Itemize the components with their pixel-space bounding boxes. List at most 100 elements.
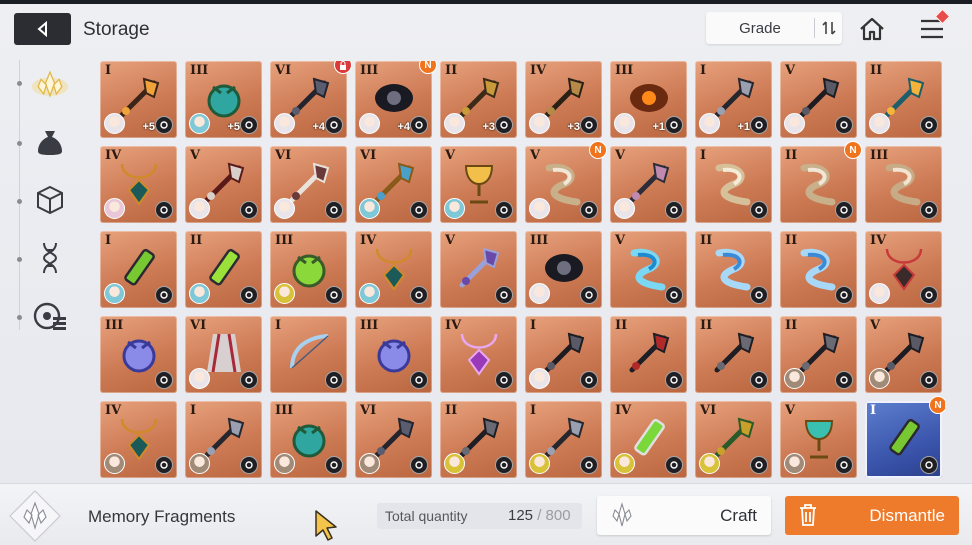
item-card[interactable]: III +5 (185, 61, 262, 138)
trident-skill-icon (410, 201, 428, 219)
grade-label: I (700, 63, 707, 78)
sidebar-item-cube[interactable] (30, 180, 70, 220)
item-card[interactable]: III +4 N (355, 61, 437, 138)
item-card[interactable]: I (100, 231, 177, 308)
vial-icon (889, 418, 920, 456)
enhance-level: +5 (227, 121, 240, 133)
dismantle-button[interactable]: Dismantle (785, 496, 959, 535)
swirl-skill-icon (835, 201, 853, 219)
sidebar-item-pouch[interactable] (30, 122, 70, 162)
perfume-icon (459, 247, 500, 288)
character-avatar (699, 113, 720, 134)
item-card[interactable]: VI (355, 401, 432, 478)
crystal-ball-icon (122, 339, 156, 373)
item-card[interactable]: I (695, 146, 772, 223)
item-card[interactable]: III (865, 146, 942, 223)
item-card[interactable]: IN (865, 396, 945, 478)
item-card[interactable]: II (780, 316, 857, 393)
item-card[interactable]: IV (610, 401, 687, 478)
item-card[interactable]: IV +3 (525, 61, 602, 138)
item-card[interactable]: V (185, 146, 262, 223)
sidebar-item-dna[interactable] (30, 238, 70, 278)
item-card[interactable]: V (440, 146, 517, 223)
item-card[interactable]: III +1 (610, 61, 687, 138)
item-card[interactable]: III (525, 231, 602, 308)
character-avatar (274, 113, 295, 134)
heart-skill-icon (495, 286, 513, 304)
x-skill-icon (580, 286, 598, 304)
wing-skill-icon (665, 116, 683, 134)
moon-skill-icon (155, 286, 173, 304)
item-card[interactable]: III (270, 231, 347, 308)
item-card[interactable]: VI (270, 146, 347, 223)
item-card[interactable]: V (610, 146, 687, 223)
item-card[interactable]: V (780, 61, 857, 138)
character-avatar (189, 453, 210, 474)
heart-skill-icon (750, 286, 768, 304)
item-card[interactable]: V (610, 231, 687, 308)
moon-skill-icon (920, 456, 938, 474)
grade-label: I (530, 403, 537, 418)
dismantle-label: Dismantle (869, 506, 945, 525)
craft-label: Craft (720, 506, 757, 525)
item-card[interactable]: III (100, 316, 177, 393)
home-button[interactable] (857, 14, 887, 44)
craft-button[interactable]: Craft (597, 496, 771, 535)
sidebar-item-disc[interactable] (30, 296, 70, 336)
spear-dark-icon (629, 332, 670, 373)
heart-skill-icon (410, 371, 428, 389)
total-quantity-label: Total quantity (385, 508, 468, 524)
item-card[interactable]: I (185, 401, 262, 478)
sidebar-track (19, 60, 20, 330)
item-card[interactable]: II (440, 401, 517, 478)
item-card[interactable]: II (865, 61, 942, 138)
sidebar-item-memory-fragments[interactable] (30, 64, 70, 104)
enhance-level: +3 (567, 121, 580, 133)
sort-label: Grade (739, 19, 781, 37)
item-card[interactable]: IV (355, 231, 432, 308)
item-card[interactable]: I (525, 316, 602, 393)
item-card[interactable]: II (695, 316, 772, 393)
item-card[interactable]: IV (100, 401, 177, 478)
item-card[interactable]: II +3 (440, 61, 517, 138)
item-card[interactable]: VI +4 (270, 61, 352, 138)
item-card[interactable]: V (865, 316, 942, 393)
item-card[interactable]: VI (185, 316, 262, 393)
sort-grade-button[interactable]: Grade (706, 12, 842, 44)
bar-skill-icon (920, 201, 938, 219)
memory-fragments-icon (9, 490, 61, 542)
character-avatar (784, 113, 805, 134)
total-quantity-value: 125 / 800 (508, 507, 571, 524)
item-card[interactable]: IV (865, 231, 942, 308)
grade-label: I (700, 148, 707, 163)
back-button[interactable] (14, 13, 71, 45)
item-card[interactable]: V (780, 401, 857, 478)
item-card[interactable]: I (270, 316, 347, 393)
item-card[interactable]: V (440, 231, 517, 308)
character-avatar (614, 113, 635, 134)
character-avatar (274, 198, 295, 219)
category-label: Memory Fragments (88, 507, 236, 526)
item-card[interactable]: VI (355, 146, 432, 223)
item-card[interactable]: II (185, 231, 262, 308)
item-card[interactable]: I (525, 401, 602, 478)
character-avatar (274, 283, 295, 304)
item-card[interactable]: VI (695, 401, 772, 478)
item-card[interactable]: II (610, 316, 687, 393)
item-card[interactable]: VN (525, 141, 607, 223)
character-avatar (104, 113, 125, 134)
cross-skill-icon (665, 371, 683, 389)
item-card[interactable]: II (695, 231, 772, 308)
item-card[interactable]: III (270, 401, 347, 478)
item-card[interactable]: III (355, 316, 432, 393)
item-card[interactable]: I +5 (100, 61, 177, 138)
item-card[interactable]: II N (780, 141, 862, 223)
sort-order-icon[interactable] (815, 20, 842, 36)
item-card[interactable]: I +1 (695, 61, 772, 138)
item-card[interactable]: IV (440, 316, 517, 393)
character-avatar (784, 453, 805, 474)
item-card[interactable]: IV (100, 146, 177, 223)
enhance-level: +4 (312, 121, 325, 133)
item-card[interactable]: II (780, 231, 857, 308)
cross-skill-icon (920, 371, 938, 389)
